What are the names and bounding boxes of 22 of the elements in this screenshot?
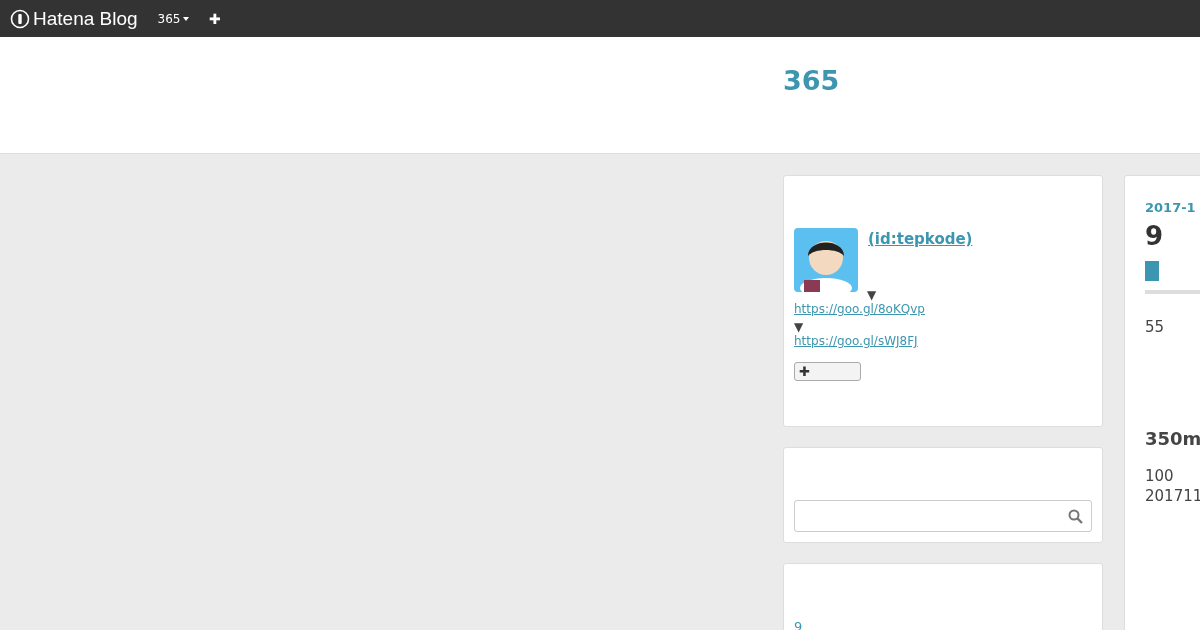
url-link[interactable]: https://goo.gl/8oKQvp: [794, 302, 925, 316]
add-button[interactable]: ✚: [209, 10, 222, 27]
caret-icon: [183, 16, 190, 21]
hatena-blog-logo[interactable]: Hatena Blog: [10, 7, 138, 30]
blog-title[interactable]: 365: [783, 65, 840, 96]
url-link[interactable]: https://goo.gl/sWJ8FJ: [794, 334, 918, 348]
user-id-link[interactable]: (id:tepkode): [868, 230, 973, 248]
entry-title[interactable]: 9: [1145, 221, 1164, 251]
search-field[interactable]: [794, 500, 1092, 532]
arrow-marker: ▼: [794, 320, 804, 334]
search-icon[interactable]: [1068, 508, 1083, 524]
blog-menu[interactable]: 365: [157, 11, 190, 26]
section-heading: 350m: [1145, 428, 1200, 449]
entry-date[interactable]: 2017-1: [1145, 200, 1196, 215]
entry-text: 201711: [1145, 487, 1200, 505]
arrow-marker: ▼: [867, 288, 877, 302]
entry-text: 100: [1145, 467, 1174, 485]
follow-button[interactable]: ✚: [794, 362, 861, 381]
logo-icon: [10, 8, 30, 29]
logo-text: Hatena Blog: [33, 7, 138, 30]
entry-text: 55: [1145, 318, 1165, 336]
avatar-icon[interactable]: [794, 228, 858, 292]
